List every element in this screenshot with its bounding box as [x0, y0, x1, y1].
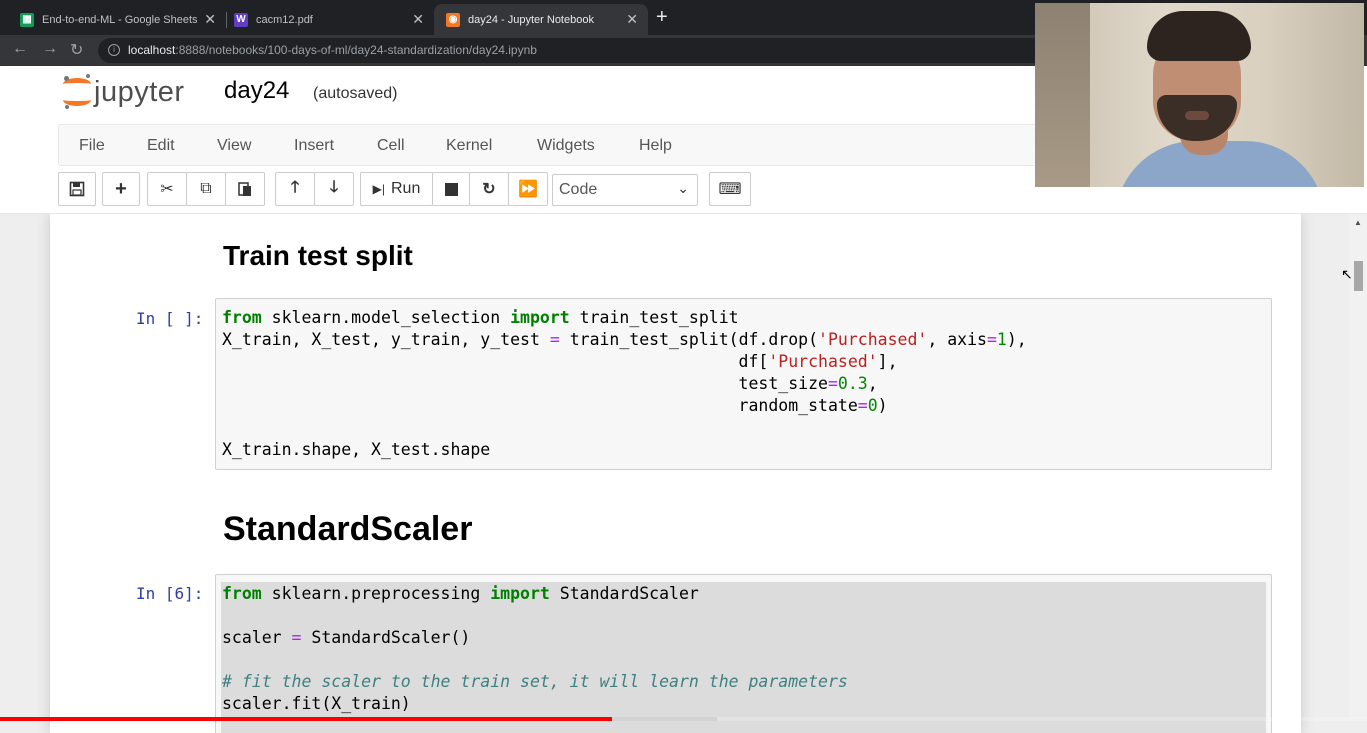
menu-file[interactable]: File: [79, 137, 105, 155]
jupyter-logo[interactable]: jupyter: [62, 74, 185, 110]
sheets-icon: ▦: [20, 12, 34, 27]
move-down-icon[interactable]: 🡓: [314, 172, 354, 206]
url-host: localhost: [128, 43, 176, 57]
scroll-up-icon[interactable]: ▲: [1354, 218, 1362, 227]
save-icon[interactable]: [58, 172, 96, 206]
notebook-title[interactable]: day24: [224, 77, 289, 105]
jupyter-logo-icon: [62, 74, 92, 110]
menu-view[interactable]: View: [217, 137, 251, 155]
fast-forward-icon[interactable]: ⏩: [508, 172, 548, 206]
scrollbar-thumb[interactable]: [1354, 261, 1363, 291]
menu-insert[interactable]: Insert: [294, 137, 334, 155]
tab-title: day24 - Jupyter Notebook: [468, 13, 594, 26]
cut-icon[interactable]: ✂: [147, 172, 187, 206]
new-tab-icon[interactable]: +: [656, 6, 668, 29]
video-progress-bar[interactable]: [0, 717, 613, 721]
add-cell-icon[interactable]: +: [102, 172, 140, 206]
paste-icon[interactable]: [225, 172, 265, 206]
copy-icon[interactable]: ⧉: [186, 172, 226, 206]
close-icon[interactable]: ✕: [204, 11, 216, 28]
run-icon: ▶︎|: [372, 182, 385, 196]
cell-prompt: In [ ]:: [136, 309, 204, 328]
tab-jupyter[interactable]: ◉ day24 - Jupyter Notebook ✕: [434, 4, 648, 35]
stop-icon[interactable]: [432, 172, 470, 206]
mouse-cursor-icon: ↖: [1341, 266, 1353, 282]
tab-google-sheets[interactable]: ▦ End-to-end-ML - Google Sheets ✕: [8, 4, 226, 35]
restart-icon[interactable]: ↻: [469, 172, 509, 206]
webcam-overlay: [1035, 3, 1364, 187]
code-editor[interactable]: from sklearn.preprocessing import Standa…: [216, 575, 1271, 723]
autosave-status: (autosaved): [313, 85, 398, 102]
tab-title: End-to-end-ML - Google Sheets: [42, 13, 198, 26]
logo-text: jupyter: [94, 75, 185, 108]
tab-title: cacm12.pdf: [256, 13, 313, 26]
url-path: :8888/notebooks/100-days-of-ml/day24-sta…: [175, 43, 537, 57]
move-up-icon[interactable]: 🡑: [275, 172, 315, 206]
markdown-heading: StandardScaler: [223, 510, 473, 548]
info-icon[interactable]: i: [108, 44, 120, 56]
menu-widgets[interactable]: Widgets: [537, 137, 595, 155]
back-icon[interactable]: ←: [12, 40, 28, 58]
markdown-heading: Train test split: [223, 240, 413, 271]
run-label: Run: [391, 180, 421, 197]
code-editor[interactable]: from sklearn.model_selection import trai…: [216, 299, 1271, 469]
jupyter-icon: ◉: [446, 12, 460, 27]
close-icon[interactable]: ✕: [626, 11, 638, 28]
cell-type-value: Code: [559, 181, 598, 198]
code-cell[interactable]: from sklearn.model_selection import trai…: [215, 298, 1272, 470]
keyboard-icon[interactable]: ⌨: [709, 172, 751, 206]
menu-help[interactable]: Help: [639, 137, 672, 155]
notebook-page: Train test split In [ ]: from sklearn.mo…: [50, 214, 1301, 733]
notebook-area: Train test split In [ ]: from sklearn.mo…: [0, 214, 1367, 733]
code-cell-selected[interactable]: from sklearn.preprocessing import Standa…: [215, 574, 1272, 733]
pdf-w-icon: W: [234, 12, 248, 27]
menu-kernel[interactable]: Kernel: [446, 137, 492, 155]
cell-prompt: In [6]:: [136, 584, 204, 603]
menu-edit[interactable]: Edit: [147, 137, 175, 155]
chevron-down-icon: ⌄: [677, 180, 689, 196]
cell-type-select[interactable]: Code ⌄: [552, 174, 698, 206]
reload-icon[interactable]: ↻: [70, 40, 83, 60]
run-button[interactable]: ▶︎| Run: [360, 172, 433, 206]
menu-cell[interactable]: Cell: [377, 137, 405, 155]
forward-icon[interactable]: →: [42, 40, 58, 58]
close-icon[interactable]: ✕: [412, 11, 424, 28]
tab-pdf[interactable]: W cacm12.pdf ✕: [222, 4, 434, 35]
vertical-scrollbar[interactable]: ▲: [1349, 214, 1367, 719]
